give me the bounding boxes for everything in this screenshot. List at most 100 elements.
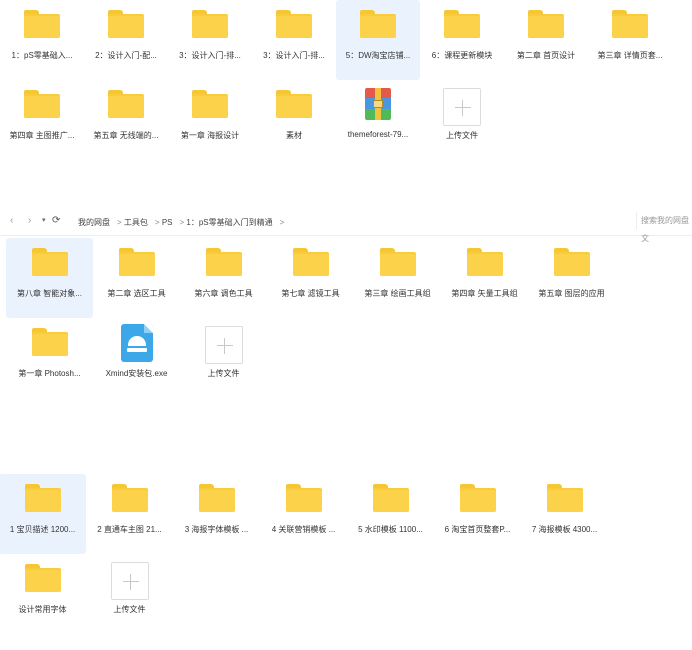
folder-icon (285, 484, 322, 512)
file-name-label: 第七章 滤镜工具 (281, 289, 340, 298)
breadcrumb-separator: > (154, 218, 160, 227)
file-item[interactable]: 第四章 主图推广... (0, 80, 84, 160)
folder-icon (553, 248, 590, 276)
search-input[interactable]: 搜索我的网盘文 (636, 212, 692, 243)
file-item[interactable]: 3：设计入门-排... (252, 0, 336, 80)
plus-icon[interactable] (110, 562, 149, 600)
file-item[interactable]: Xmind安装包.exe (93, 318, 180, 398)
folder-icon (198, 484, 235, 512)
folder-icon (24, 90, 60, 118)
folder-icon (360, 10, 396, 38)
file-item[interactable]: 第三章 详情页套... (588, 0, 672, 80)
file-item[interactable]: 1 宝贝描述 1200... (0, 474, 86, 554)
folder-icon (108, 10, 144, 38)
breadcrumb-item[interactable]: 1：pS零基础入门到精通 (186, 218, 272, 227)
file-item[interactable]: 第五章 图层的应用 (528, 238, 615, 318)
file-name-label: 第六章 调色工具 (194, 289, 253, 298)
file-item[interactable]: 第七章 滤镜工具 (267, 238, 354, 318)
file-name-label: 上传文件 (207, 369, 240, 378)
file-name-label: 6：课程更新模块 (431, 51, 493, 60)
folder-icon (372, 484, 409, 512)
file-item[interactable]: 5 水印模板 1100... (347, 474, 434, 554)
file-item[interactable]: 2 直通车主图 21... (86, 474, 173, 554)
chevron-left-icon[interactable]: ‹ (10, 215, 13, 227)
file-item[interactable]: 6 淘宝首页整套P... (434, 474, 521, 554)
file-name-label: 1：pS零基础入... (11, 51, 73, 60)
file-grid-top: 1：pS零基础入... 2：设计入门-配... 3：设计入门-排... 3：设计入门-… (0, 0, 692, 160)
file-name-label: 7 海报模板 4300... (531, 525, 598, 534)
file-item[interactable]: 1：pS零基础入... (0, 0, 84, 80)
folder-icon (276, 10, 312, 38)
file-item[interactable]: 第二章 首页设计 (504, 0, 588, 80)
file-item[interactable]: 5：DW淘宝店铺... (336, 0, 420, 80)
refresh-icon[interactable]: ⟳ (52, 215, 60, 227)
file-item[interactable]: themeforest-79... (336, 80, 420, 160)
file-grid-middle: 第八章 智能对象... 第二章 选区工具 第六章 调色工具 第七章 滤镜工具 第三章 绘… (6, 238, 692, 398)
file-item[interactable]: 6：课程更新模块 (420, 0, 504, 80)
folder-icon (31, 248, 68, 276)
file-item[interactable]: 2：设计入门-配... (84, 0, 168, 80)
file-item[interactable]: 3：设计入门-排... (168, 0, 252, 80)
plus-icon[interactable] (443, 88, 481, 126)
breadcrumb-separator: > (117, 218, 122, 227)
chevron-right-icon[interactable]: › (28, 215, 31, 227)
file-name-label: 第二章 选区工具 (107, 289, 166, 298)
file-name-label: 3：设计入门-排... (263, 51, 325, 60)
breadcrumb-separator: > (179, 218, 185, 227)
folder-icon (379, 248, 416, 276)
breadcrumb-item[interactable]: 我的网盘 (78, 218, 110, 227)
folder-icon (292, 248, 329, 276)
archive-icon (365, 88, 391, 120)
file-item[interactable]: 设计常用字体 (0, 554, 86, 634)
file-item[interactable]: 4 关联营销模板 ... (260, 474, 347, 554)
file-name-label: 上传文件 (446, 131, 478, 140)
file-name-label: 第五章 无线端的... (93, 131, 159, 140)
file-name-label: 5：DW淘宝店铺... (345, 51, 411, 60)
file-name-label: 素材 (286, 131, 302, 140)
file-name-label: 3：设计入门-排... (179, 51, 241, 60)
folder-icon (205, 248, 242, 276)
caret-down-icon[interactable]: ▾ (42, 215, 46, 227)
breadcrumb-item[interactable]: PS (162, 218, 173, 227)
file-name-label: 2 直通车主图 21... (97, 525, 162, 534)
file-name-label: 设计常用字体 (18, 605, 67, 614)
file-item[interactable]: 第三章 绘画工具组 (354, 238, 441, 318)
folder-icon (612, 10, 648, 38)
file-name-label: 第三章 详情页套... (597, 51, 663, 60)
folder-icon (24, 10, 60, 38)
file-item[interactable]: 第五章 无线端的... (84, 80, 168, 160)
file-item[interactable]: 3 海报字体模板 ... (173, 474, 260, 554)
installer-icon (120, 324, 153, 362)
file-name-label: 2：设计入门-配... (95, 51, 157, 60)
file-name-label: 5 水印模板 1100... (358, 525, 423, 534)
file-grid-bottom: 1 宝贝描述 1200... 2 直通车主图 21... 3 海报字体模板 ... 4… (0, 474, 691, 634)
file-item[interactable]: 第四章 矢量工具组 (441, 238, 528, 318)
upload-file-button[interactable]: 上传文件 (420, 80, 504, 160)
folder-icon (111, 484, 148, 512)
file-item[interactable]: 第八章 智能对象... (6, 238, 93, 318)
folder-icon (546, 484, 583, 512)
folder-icon (192, 90, 228, 118)
file-name-label: 第三章 绘画工具组 (364, 289, 431, 298)
file-item[interactable]: 第二章 选区工具 (93, 238, 180, 318)
upload-file-button[interactable]: 上传文件 (180, 318, 267, 398)
file-item[interactable]: 第一章 Photosh... (6, 318, 93, 398)
upload-file-button[interactable]: 上传文件 (86, 554, 173, 634)
file-name-label: themeforest-79... (347, 130, 409, 139)
file-item[interactable]: 7 海报模板 4300... (521, 474, 608, 554)
plus-icon[interactable] (204, 326, 243, 364)
file-item[interactable]: 素材 (252, 80, 336, 160)
folder-icon (24, 484, 61, 512)
file-name-label: Xmind安装包.exe (105, 369, 168, 378)
folder-icon (24, 564, 61, 592)
file-name-label: 第五章 图层的应用 (538, 289, 605, 298)
breadcrumb-item[interactable]: 工具包 (124, 218, 148, 227)
file-name-label: 第一章 Photosh... (18, 369, 81, 378)
file-name-label: 第四章 矢量工具组 (451, 289, 518, 298)
file-name-label: 第八章 智能对象... (17, 289, 82, 298)
file-item[interactable]: 第六章 调色工具 (180, 238, 267, 318)
folder-icon (459, 484, 496, 512)
navigation-toolbar: ‹ › ▾ ⟳ 我的网盘 > 工具包 > PS > 1：pS零基础入门到精通 > 搜索我… (0, 206, 692, 243)
file-item[interactable]: 第一章 海报设计 (168, 80, 252, 160)
file-name-label: 第二章 首页设计 (516, 51, 576, 60)
